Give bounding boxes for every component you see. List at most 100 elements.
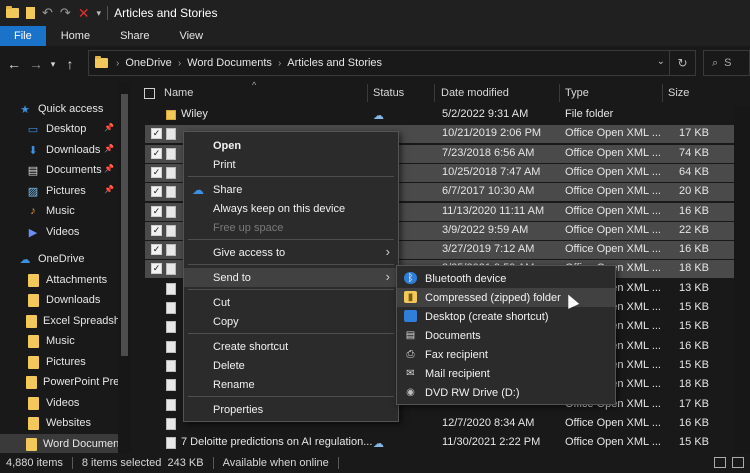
menu-item-send-to[interactable]: Send to ›: [184, 268, 398, 287]
column-type[interactable]: Type: [565, 82, 589, 104]
chevron-right-icon[interactable]: ›: [116, 58, 119, 69]
redo-icon[interactable]: ↷: [60, 5, 71, 21]
tab-share[interactable]: Share: [105, 26, 164, 46]
row-checkbox[interactable]: ✓: [151, 205, 162, 217]
nav-item-label: Websites: [46, 417, 92, 429]
nav-item-videos[interactable]: ▶ Videos: [0, 222, 118, 242]
file-size: 16 KB: [679, 243, 709, 256]
tab-file[interactable]: File: [0, 26, 46, 46]
tab-home[interactable]: Home: [46, 26, 105, 46]
send-to-item-bluetooth-device[interactable]: ᛒ Bluetooth device: [397, 269, 615, 288]
menu-item-label: Open: [213, 139, 242, 152]
menu-item-open[interactable]: Open: [184, 136, 398, 155]
column-status[interactable]: Status: [373, 82, 404, 104]
nav-item-quick-access[interactable]: ★ Quick access: [0, 99, 118, 119]
menu-item-properties[interactable]: Properties: [184, 400, 398, 419]
menu-item-share[interactable]: ☁ Share: [184, 180, 398, 199]
nav-item-websites[interactable]: Websites: [0, 413, 118, 433]
nav-item-pictures[interactable]: ▨ Pictures 📌: [0, 181, 118, 201]
nav-item-downloads[interactable]: Downloads: [0, 290, 118, 310]
refresh-icon[interactable]: ↻: [669, 51, 695, 75]
nav-item-word-documen[interactable]: Word Documen: [0, 434, 118, 453]
search-input[interactable]: ⌕ S: [703, 50, 750, 76]
column-divider[interactable]: [662, 84, 663, 102]
forward-arrow-icon[interactable]: →: [25, 56, 47, 72]
menu-item-print[interactable]: Print: [184, 155, 398, 174]
column-name[interactable]: Name: [164, 82, 193, 104]
nav-item-excel-spreadshe[interactable]: Excel Spreadshe: [0, 311, 118, 331]
column-header: Name ^ Status Date modified Type Size: [135, 80, 750, 104]
menu-item-give-access-to[interactable]: Give access to ›: [184, 243, 398, 262]
row-checkbox[interactable]: ✓: [151, 263, 162, 275]
breadcrumb-word-documents[interactable]: Word Documents: [187, 57, 272, 69]
file-row[interactable]: Wiley 5/2/2022 9:31 AM File folder ☁: [145, 106, 745, 124]
row-checkbox[interactable]: ✓: [151, 166, 162, 178]
column-divider[interactable]: [434, 84, 435, 102]
back-arrow-icon[interactable]: ←: [3, 56, 25, 72]
breadcrumb-articles-and-stories[interactable]: Articles and Stories: [287, 57, 382, 69]
menu-item-always-keep-on-this-device[interactable]: Always keep on this device: [184, 199, 398, 218]
file-size: 15 KB: [679, 301, 709, 313]
word-document-icon: [166, 166, 176, 179]
nav-scrollbar-thumb[interactable]: [121, 94, 128, 356]
recent-locations-icon[interactable]: ▾: [47, 59, 59, 70]
file-row[interactable]: 7 Deloitte predictions on AI regulation.…: [145, 434, 745, 452]
select-all-checkbox[interactable]: [144, 82, 155, 104]
menu-item-create-shortcut[interactable]: Create shortcut: [184, 337, 398, 356]
send-to-item-documents[interactable]: ▤ Documents: [397, 326, 615, 345]
tab-view[interactable]: View: [164, 26, 218, 46]
send-to-item-compressed-zipped-folder[interactable]: ▮ Compressed (zipped) folder: [397, 288, 615, 307]
row-checkbox[interactable]: ✓: [151, 128, 162, 140]
nav-item-documents[interactable]: ▤ Documents 📌: [0, 160, 118, 180]
menu-item-label: Delete: [213, 359, 245, 372]
address-dropdown-icon[interactable]: ⌄: [657, 56, 665, 67]
send-to-submenu: ᛒ Bluetooth device ▮ Compressed (zipped) fo…: [396, 265, 616, 405]
music-icon: ♪: [30, 205, 36, 217]
nav-item-desktop[interactable]: ▭ Desktop 📌: [0, 119, 118, 139]
cloud-icon: ☁: [192, 183, 204, 197]
undo-icon[interactable]: ↶: [42, 5, 53, 21]
send-to-item-dvd-rw-drive-d[interactable]: ◉ DVD RW Drive (D:): [397, 383, 615, 402]
column-divider[interactable]: [559, 84, 560, 102]
send-to-item-fax-recipient[interactable]: ⎙ Fax recipient: [397, 345, 615, 364]
column-divider[interactable]: [367, 84, 368, 102]
column-date-modified[interactable]: Date modified: [441, 82, 509, 104]
properties-icon[interactable]: [26, 7, 35, 19]
menu-item-cut[interactable]: Cut: [184, 293, 398, 312]
nav-item-pictures[interactable]: Pictures: [0, 352, 118, 372]
menu-item-label: Give access to: [213, 246, 286, 259]
nav-item-videos[interactable]: Videos: [0, 393, 118, 413]
send-to-item-mail-recipient[interactable]: ✉ Mail recipient: [397, 364, 615, 383]
address-bar[interactable]: › OneDrive › Word Documents › Articles a…: [88, 50, 696, 76]
nav-item-attachments[interactable]: Attachments: [0, 270, 118, 290]
file-list-scrollbar[interactable]: [734, 106, 750, 453]
chevron-right-icon[interactable]: ›: [278, 58, 281, 69]
row-checkbox[interactable]: ✓: [151, 147, 162, 159]
send-to-item-desktop-create-shortcut[interactable]: ▬ Desktop (create shortcut): [397, 307, 615, 326]
large-icons-view-icon[interactable]: [732, 457, 744, 468]
nav-item-music[interactable]: Music: [0, 331, 118, 351]
menu-item-copy[interactable]: Copy: [184, 312, 398, 331]
nav-item-onedrive[interactable]: ☁ OneDrive: [0, 249, 118, 269]
delete-icon[interactable]: ✕: [78, 5, 90, 22]
nav-scrollbar[interactable]: [118, 82, 131, 453]
nav-item-powerpoint-pres[interactable]: PowerPoint Pres: [0, 372, 118, 392]
chevron-right-icon[interactable]: ›: [178, 58, 181, 69]
nav-item-downloads[interactable]: ⬇ Downloads 📌: [0, 140, 118, 160]
view-toggle: [714, 457, 744, 468]
customize-toolbar-icon[interactable]: ▾: [97, 8, 102, 19]
menu-item-rename[interactable]: Rename: [184, 375, 398, 394]
nav-item-label: Music: [46, 205, 75, 217]
desktop-icon: ▬: [404, 310, 417, 322]
row-checkbox[interactable]: ✓: [151, 224, 162, 236]
row-checkbox[interactable]: ✓: [151, 186, 162, 198]
column-size[interactable]: Size: [668, 82, 689, 104]
nav-item-music[interactable]: ♪ Music: [0, 201, 118, 221]
row-checkbox[interactable]: ✓: [151, 244, 162, 256]
details-view-icon[interactable]: [714, 457, 726, 468]
breadcrumb-onedrive[interactable]: OneDrive: [125, 57, 171, 69]
up-arrow-icon[interactable]: ↑: [59, 56, 81, 72]
submenu-arrow-icon: ›: [385, 244, 390, 259]
file-date: 12/7/2020 8:34 AM: [442, 416, 535, 429]
menu-item-delete[interactable]: Delete: [184, 356, 398, 375]
